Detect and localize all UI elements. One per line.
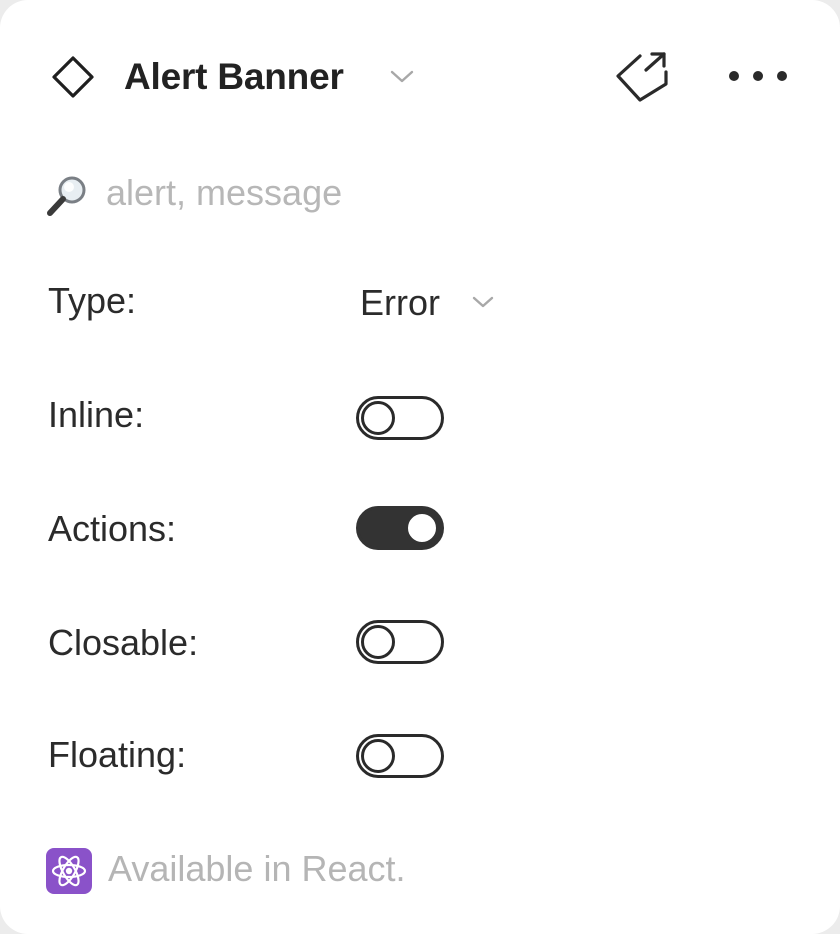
toggle-knob bbox=[361, 401, 395, 435]
search-row bbox=[44, 166, 544, 222]
component-title[interactable]: Alert Banner bbox=[124, 56, 344, 98]
toggle-knob bbox=[361, 625, 395, 659]
property-label-type: Type: bbox=[48, 280, 137, 321]
property-label-inline: Inline: bbox=[48, 394, 145, 435]
chevron-down-icon[interactable] bbox=[388, 66, 416, 86]
panel-header: Alert Banner bbox=[0, 40, 840, 116]
inline-toggle[interactable] bbox=[356, 396, 444, 440]
toggle-knob bbox=[405, 511, 439, 545]
more-horizontal-icon bbox=[729, 71, 787, 81]
more-options-button[interactable] bbox=[720, 56, 792, 96]
component-properties-panel: Alert Banner Type: Erro bbox=[0, 0, 840, 934]
property-label-actions: Actions: bbox=[48, 508, 177, 549]
open-in-new-tag-icon bbox=[616, 52, 668, 102]
floating-toggle[interactable] bbox=[356, 734, 444, 778]
closable-toggle[interactable] bbox=[356, 620, 444, 664]
search-input[interactable] bbox=[106, 166, 526, 220]
availability-note: Available in React. bbox=[46, 846, 546, 896]
type-select-value: Error bbox=[360, 282, 440, 323]
react-atom-icon bbox=[46, 848, 92, 894]
availability-text: Available in React. bbox=[108, 848, 406, 889]
chevron-down-icon bbox=[472, 296, 494, 308]
magnifier-icon bbox=[47, 176, 86, 216]
type-select[interactable]: Error bbox=[360, 280, 510, 328]
component-diamond-icon bbox=[52, 56, 94, 98]
property-label-floating: Floating: bbox=[48, 734, 187, 775]
actions-toggle[interactable] bbox=[356, 506, 444, 550]
property-label-closable: Closable: bbox=[48, 622, 199, 663]
toggle-knob bbox=[361, 739, 395, 773]
open-in-new-button[interactable] bbox=[610, 48, 676, 108]
